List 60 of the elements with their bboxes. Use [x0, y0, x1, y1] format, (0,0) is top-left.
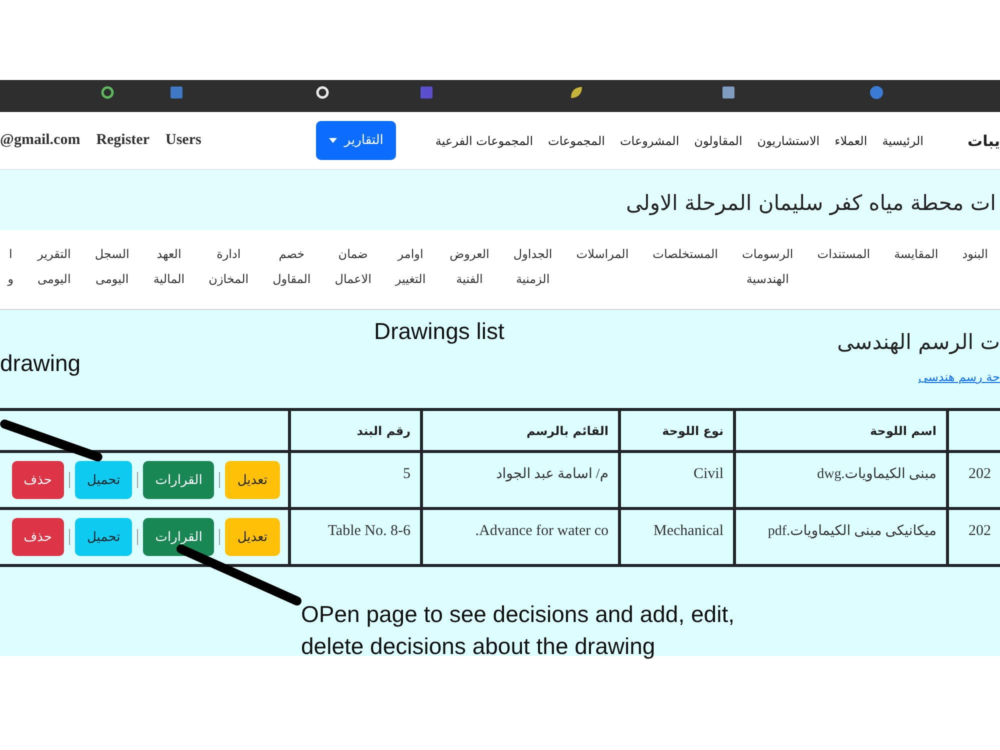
brand-link[interactable]: يبات — [968, 132, 1000, 150]
bookmark-icon[interactable] — [570, 86, 583, 99]
nav-link[interactable]: المجموعات الفرعية — [435, 134, 534, 148]
edit-button[interactable]: تعديل — [225, 518, 280, 556]
delete-button[interactable]: حذف — [12, 461, 64, 499]
add-drawing-link[interactable]: حة رسم هندسى — [918, 370, 1000, 384]
submenu-link[interactable]: البنود — [962, 242, 988, 267]
table-header-cell: اسم اللوحة — [734, 410, 947, 452]
table-header-cell: نوع اللوحة — [619, 410, 734, 452]
caret-icon — [329, 138, 338, 143]
nav-link[interactable]: الرئيسية — [882, 134, 924, 148]
nav-link[interactable]: العملاء — [834, 134, 868, 148]
decisions-button[interactable]: القرارات — [143, 518, 214, 556]
table-cell: .Advance for water co — [421, 508, 619, 566]
table-header-cell: القائم بالرسم — [421, 410, 619, 452]
table-cell: مبنى الكيماويات.dwg — [734, 452, 947, 508]
download-button[interactable]: تحميل — [74, 461, 132, 499]
nav-link[interactable]: المقاولون — [694, 134, 742, 148]
annotation-text: drawing — [0, 349, 81, 378]
submenu-link[interactable]: خصم المقاول — [272, 242, 311, 292]
table-cell: Mechanical — [619, 508, 734, 566]
table-cell: 202 — [947, 452, 1000, 508]
nav-link[interactable]: الاستشاريون — [757, 134, 820, 148]
download-button[interactable]: تحميل — [74, 518, 132, 556]
submenu-link[interactable]: ضمان الاعمال — [334, 242, 372, 292]
edit-button[interactable]: تعديل — [225, 461, 280, 499]
nav-link[interactable]: المشروعات — [620, 134, 680, 148]
nav-link[interactable]: Register — [96, 132, 150, 149]
submenu-link[interactable]: ادارة المخازن — [208, 242, 249, 292]
submenu-link[interactable]: الرسومات الهندسية — [742, 242, 794, 292]
table-cell: ميكانيكى مبنى الكيماويات.pdf — [734, 508, 947, 566]
submenu-link[interactable]: المقايسة — [894, 242, 938, 267]
table-cell: Table No. 8-6 — [289, 508, 421, 566]
submenu-link[interactable]: المستندات — [817, 242, 870, 267]
table-cell: م/ اسامة عبد الجواد — [421, 452, 619, 508]
submenu-link[interactable]: التقرير اليومى — [38, 242, 71, 292]
submenu-link[interactable]: السجل اليومى — [94, 242, 130, 292]
table-cell: 5 — [289, 452, 421, 508]
submenu-link[interactable]: المراسلات — [576, 242, 629, 267]
dropdown-button[interactable]: التقارير — [316, 121, 396, 160]
nav-link[interactable]: المجموعات — [548, 134, 605, 148]
submenu-link[interactable]: اوامر التغيير — [395, 242, 426, 292]
bookmark-icon[interactable] — [101, 86, 114, 99]
bookmark-icon[interactable] — [722, 86, 735, 99]
submenu-link[interactable]: العروض الفنية — [450, 242, 490, 292]
table-header-cell: رقم البند — [289, 410, 421, 452]
submenu-link[interactable]: العهد المالية — [153, 242, 185, 292]
annotation-text: Drawings list — [374, 317, 504, 346]
table-cell: 202 — [947, 508, 1000, 566]
annotation-text: OPen page to see decisions and add, edit, delete decisions about the drawing — [301, 600, 736, 661]
nav-link[interactable]: @gmail.com — [0, 132, 80, 149]
decisions-button[interactable]: القرارات — [143, 461, 214, 499]
table-cell: Civil — [619, 452, 734, 508]
project-title: ات محطة مياه كفر سليمان المرحلة الاولى — [626, 191, 996, 215]
submenu-link[interactable]: الجداول الزمنية — [513, 242, 552, 292]
delete-button[interactable]: حذف — [12, 518, 64, 556]
submenu-link[interactable]: ا و — [8, 242, 14, 292]
nav-link[interactable]: Users — [166, 132, 202, 149]
submenu-link[interactable]: المستخلصات — [652, 242, 718, 267]
section-heading: ت الرسم الهندسى — [837, 329, 1000, 356]
